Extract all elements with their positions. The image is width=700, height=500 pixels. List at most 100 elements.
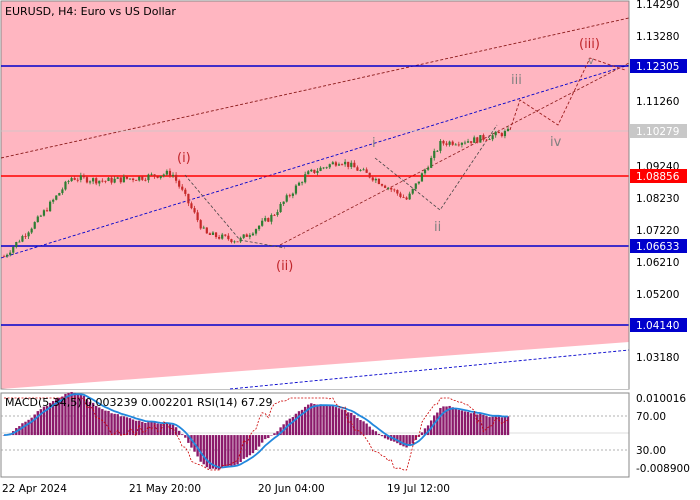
macd-bar [460,410,464,436]
candle-body [433,150,436,158]
candle-body [488,139,491,141]
candle-body [205,227,208,234]
candle-body [70,178,73,182]
macd-bar [248,435,252,456]
candle-body [328,164,331,168]
macd-bar [236,435,239,465]
macd-bar [463,411,467,436]
macd-bar [420,432,424,436]
macd-bar [181,434,184,436]
candle-body [12,247,15,253]
macd-bar [365,423,368,436]
candle-body [470,141,473,143]
macd-bar [141,421,144,436]
candle-body [55,195,58,200]
macd-bar [270,435,273,436]
macd-bar [340,409,344,436]
macd-bar [294,413,298,436]
candle-body [52,199,55,202]
candle-body [214,232,218,238]
candle-body [211,232,215,235]
candle-body [380,184,384,186]
candle-body [340,164,344,166]
candle-body [224,234,227,236]
candle-body [181,186,184,190]
candle-body [316,170,319,173]
candle-body [88,181,92,183]
macd-bar [156,423,159,436]
candle-body [408,193,411,200]
candle-body [300,182,304,184]
macd-bar [273,433,276,436]
macd-bar [257,435,261,447]
macd-bar [454,408,457,436]
candle-body [196,212,199,221]
candle-body [73,178,76,180]
candle-body [27,232,30,237]
candle-body [485,139,488,141]
candle-body [138,176,141,181]
macd-bar [485,416,488,436]
candle-body [497,131,500,134]
candle-body [436,150,439,152]
time-axis: 22 Apr 2024 21 May 20:00 20 Jun 04:00 19… [1,476,629,495]
candle-body [439,140,442,151]
level-label-110279: 1.10279 [636,126,679,138]
macd-bar [337,408,341,436]
candle-body [218,237,221,239]
macd-bar [469,413,473,436]
macd-bar [451,407,454,436]
macd-bar [205,435,209,468]
candle-body [33,222,36,229]
candle-body [445,143,448,145]
macd-bar [230,435,233,467]
candle-body [310,169,313,172]
candle-body [356,167,359,171]
candle-body [319,167,322,171]
wave-label-iii-minor: iii [511,73,522,88]
macd-bar [399,435,402,446]
candle-body [165,170,168,175]
candle-body [119,177,122,183]
candle-body [297,182,301,186]
candle-body [353,162,356,168]
candle-body [350,162,353,167]
macd-bar [36,411,40,436]
macd-bar [316,404,319,436]
candle-body [473,137,476,143]
candle-body [122,176,125,183]
candle-body [390,187,393,190]
macd-bar [177,430,181,436]
candle-body [42,210,46,216]
candle-body [227,235,230,240]
candle-body [199,220,202,229]
macd-bar [122,416,126,436]
macd-bar [328,405,331,436]
candle-body [374,178,377,181]
candle-body [221,234,224,239]
candle-body [82,175,86,178]
wave-label-i-major: (i) [177,151,191,166]
candle-body [264,218,267,221]
candle-body [184,189,187,194]
candle-body [193,208,196,213]
macd-bar [254,435,258,450]
candle-body [325,167,328,169]
candle-body [202,227,205,229]
time-tick: 22 Apr 2024 [2,483,67,495]
level-label-106633: 1.06633 [636,241,679,253]
price-tick: 1.03180 [636,352,679,364]
price-tick: 1.14290 [636,0,679,11]
candle-body [18,241,21,243]
macd-bar [220,435,224,468]
candle-body [98,180,101,184]
candle-body [261,220,264,226]
macd-bar [138,420,141,436]
macd-bar [125,417,129,436]
candle-body [36,216,39,223]
macd-bar [214,435,218,470]
macd-bar [362,421,365,436]
candle-body [5,254,9,257]
macd-bar [436,412,439,436]
candle-body [387,187,390,189]
